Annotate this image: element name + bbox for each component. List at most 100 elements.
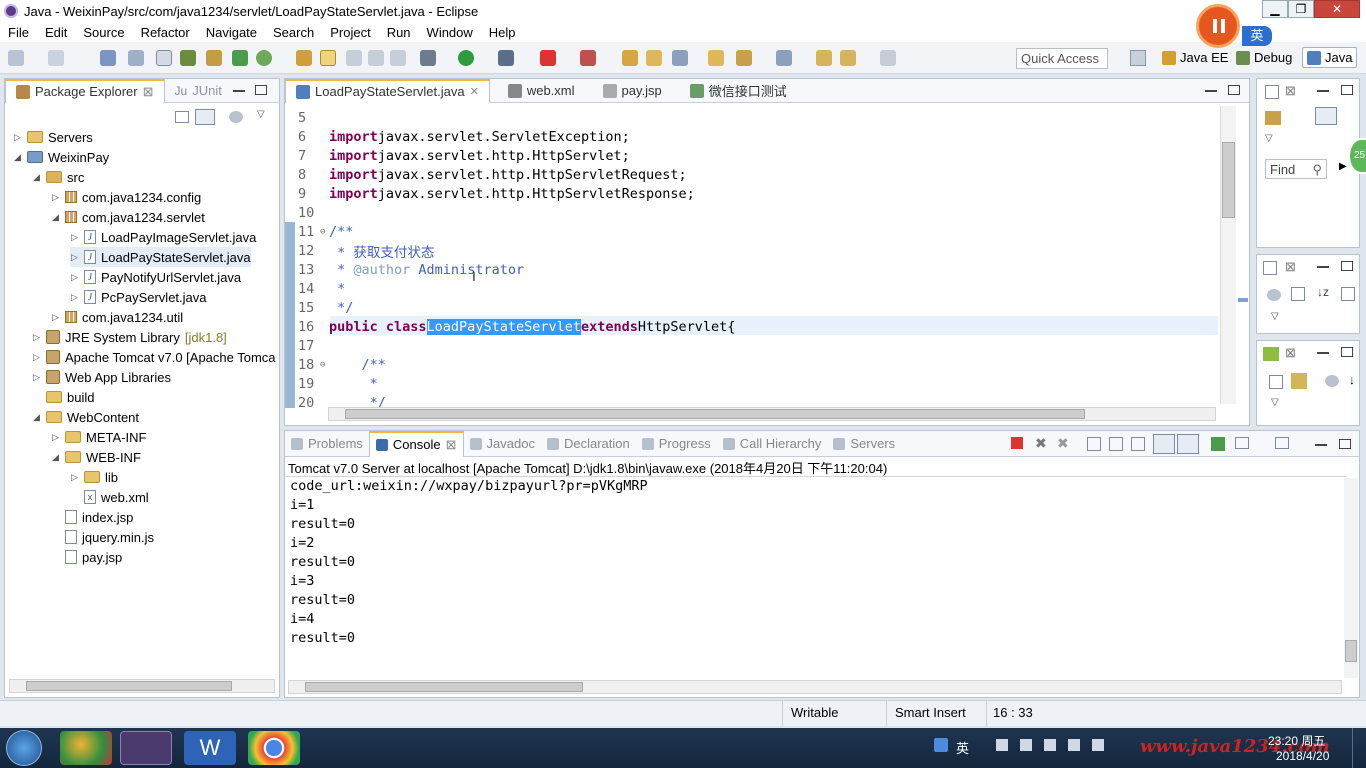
- forward-icon[interactable]: [880, 50, 896, 66]
- collapse-all-icon[interactable]: [175, 111, 189, 123]
- tree-item[interactable]: ◢ com.java1234.servlet: [51, 207, 205, 227]
- code-line[interactable]: 17: [298, 336, 329, 355]
- code-line[interactable]: 13 * @author Administrator: [298, 260, 524, 279]
- external-tools-icon[interactable]: [580, 50, 596, 66]
- minimize-view-icon[interactable]: [1317, 90, 1329, 92]
- pen-icon[interactable]: [320, 50, 336, 66]
- close-icon[interactable]: ⊠: [1285, 83, 1296, 99]
- expand-toggle-icon[interactable]: ◢: [13, 152, 22, 163]
- minimize-button[interactable]: ▁: [1262, 0, 1288, 18]
- refresh-icon[interactable]: [256, 50, 272, 66]
- tab-junit[interactable]: Ju JUnit: [165, 79, 232, 103]
- console-vscrollbar[interactable]: [1344, 478, 1358, 678]
- ime-indicator[interactable]: 英: [1242, 26, 1272, 46]
- perspective-javaee[interactable]: Java EE: [1162, 50, 1228, 65]
- menu-search[interactable]: Search: [265, 25, 322, 40]
- tree-item[interactable]: ▷ com.java1234.config: [51, 187, 201, 207]
- open-console-icon[interactable]: [1275, 437, 1289, 449]
- last-edit-icon[interactable]: [816, 50, 832, 66]
- taskbar-chrome-icon[interactable]: [248, 731, 300, 765]
- open-type-icon[interactable]: [622, 50, 638, 66]
- fold-icon[interactable]: ⊖: [320, 227, 329, 237]
- bottom-tab-servers[interactable]: Servers: [827, 431, 901, 457]
- code-line[interactable]: 12 * 获取支付状态: [298, 241, 434, 261]
- highlight-icon[interactable]: [296, 50, 312, 66]
- taskbar-eclipse-icon[interactable]: [120, 731, 172, 765]
- console-hscrollbar[interactable]: [288, 680, 1342, 694]
- code-line[interactable]: 8 import javax.servlet.http.HttpServletRe…: [298, 165, 687, 184]
- back-icon[interactable]: [840, 50, 856, 66]
- close-icon[interactable]: ⊠: [446, 437, 457, 453]
- find-arrow-icon[interactable]: ▶: [1339, 161, 1347, 172]
- minimize-view-icon[interactable]: [233, 90, 245, 92]
- expand-toggle-icon[interactable]: ◢: [51, 212, 60, 223]
- stop-icon[interactable]: [540, 50, 556, 66]
- menu-help[interactable]: Help: [481, 25, 524, 40]
- web-browser-icon[interactable]: [180, 50, 196, 66]
- tree-item[interactable]: jquery.min.js: [51, 527, 154, 547]
- tree-item[interactable]: ▷ Apache Tomcat v7.0 [Apache Tomca: [32, 347, 276, 367]
- tree-item[interactable]: ▷ J LoadPayStateServlet.java: [70, 247, 251, 267]
- bottom-tab-progress[interactable]: Progress: [636, 431, 717, 457]
- menu-source[interactable]: Source: [75, 25, 132, 40]
- tree-item[interactable]: ▷ Web App Libraries: [32, 367, 171, 387]
- tree-item[interactable]: ◢ WebContent: [32, 407, 139, 427]
- view-menu-icon[interactable]: ▽: [1271, 397, 1279, 408]
- display-console-icon[interactable]: [1235, 437, 1249, 449]
- word-wrap-icon[interactable]: [368, 50, 384, 66]
- fold-icon[interactable]: ⊖: [320, 360, 329, 370]
- tree-item[interactable]: ▷ com.java1234.util: [51, 307, 183, 327]
- maximize-button[interactable]: ❐: [1288, 0, 1314, 18]
- code-line[interactable]: 10: [298, 203, 329, 222]
- link-editor-icon[interactable]: [195, 109, 215, 125]
- tree-item[interactable]: index.jsp: [51, 507, 133, 527]
- find-input[interactable]: Find ⚲: [1265, 159, 1327, 179]
- close-icon[interactable]: ⊠: [1285, 259, 1296, 275]
- tree-item[interactable]: ▷ J PcPayServlet.java: [70, 287, 206, 307]
- group-icon[interactable]: [1267, 289, 1281, 301]
- search-tool-icon[interactable]: [672, 50, 688, 66]
- open-folder-icon[interactable]: [646, 50, 662, 66]
- bottom-tab-call-hierarchy[interactable]: Call Hierarchy: [717, 431, 828, 457]
- expand-toggle-icon[interactable]: ▷: [32, 332, 41, 343]
- open-perspective-icon[interactable]: [1130, 50, 1146, 66]
- save-icon[interactable]: [48, 50, 64, 66]
- remove-all-icon[interactable]: ✖: [1057, 435, 1069, 452]
- hierarchy-icon[interactable]: [1263, 261, 1277, 275]
- minimize-view-icon[interactable]: [1317, 266, 1329, 268]
- run-icon[interactable]: [458, 50, 474, 66]
- remove-launch-icon[interactable]: ✖: [1035, 435, 1047, 452]
- tree-item[interactable]: ▷ J LoadPayImageServlet.java: [70, 227, 256, 247]
- sort-az-icon[interactable]: ↓z: [1317, 285, 1329, 299]
- tree-item[interactable]: build: [32, 387, 94, 407]
- show-stderr-icon[interactable]: [1177, 434, 1199, 454]
- menu-navigate[interactable]: Navigate: [198, 25, 265, 40]
- word-wrap-icon[interactable]: [1131, 437, 1145, 451]
- ime-tray[interactable]: 英: [956, 738, 969, 757]
- expand-toggle-icon[interactable]: ▷: [51, 432, 60, 443]
- scroll-lock-icon[interactable]: [1109, 437, 1123, 451]
- maximize-view-icon[interactable]: [1339, 439, 1351, 449]
- tree-item[interactable]: ▷ lib: [70, 467, 118, 487]
- clock-date[interactable]: 2018/4/20: [1276, 749, 1329, 763]
- deploy-icon[interactable]: [206, 50, 222, 66]
- toggle-mark-icon[interactable]: [128, 50, 144, 66]
- sort-icon[interactable]: [1315, 107, 1337, 125]
- editor-tab[interactable]: 微信接口测试: [680, 79, 797, 103]
- bottom-tab-javadoc[interactable]: Javadoc: [464, 431, 541, 457]
- explorer-hscrollbar[interactable]: [9, 679, 275, 693]
- maximize-view-icon[interactable]: [1341, 85, 1353, 95]
- filter-icon[interactable]: [229, 111, 243, 123]
- bottom-tab-problems[interactable]: Problems: [285, 431, 369, 457]
- code-line[interactable]: 9 import javax.servlet.http.HttpServletRe…: [298, 184, 695, 203]
- code-line[interactable]: 11 ⊖/**: [298, 222, 353, 241]
- type-hierarchy-icon[interactable]: [1263, 347, 1279, 361]
- minimize-editor-icon[interactable]: [1205, 90, 1217, 92]
- code-line[interactable]: 7 import javax.servlet.http.HttpServlet;: [298, 146, 630, 165]
- expand-toggle-icon[interactable]: ▷: [32, 352, 41, 363]
- editor-hscrollbar[interactable]: [328, 407, 1216, 421]
- menu-window[interactable]: Window: [419, 25, 481, 40]
- close-icon[interactable]: ⊠: [1285, 345, 1296, 361]
- clock-time[interactable]: 23:20 周五: [1268, 732, 1325, 749]
- perspective-debug[interactable]: Debug: [1236, 50, 1292, 65]
